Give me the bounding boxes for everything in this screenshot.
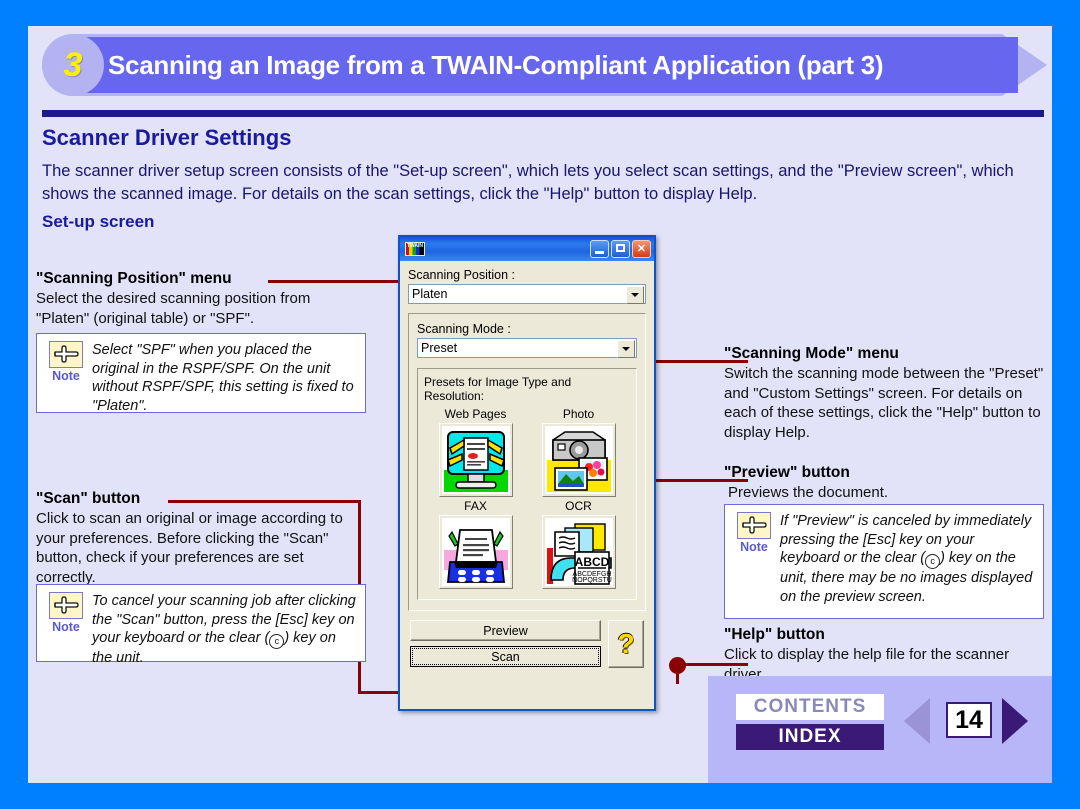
page-title: Scanning an Image from a TWAIN-Compliant… [108,49,884,80]
preset-label-web-pages: Web Pages [444,407,507,421]
callout-scanning-mode: "Scanning Mode" menu Switch the scanning… [724,345,1044,442]
scanning-mode-label: Scanning Mode : [417,322,511,336]
preview-button-label: Preview [483,623,528,638]
note-text-preview-button: If "Preview" is canceled by immediately … [780,512,1035,606]
twain-icon [405,242,425,256]
note-icon-wrap: Note [733,512,775,554]
presets-group: Presets for Image Type and Resolution: W… [417,368,637,600]
ocr-document-icon: ABCD ABCDEFGH NOPQRSTU [546,523,612,585]
dialog-button-row: Preview Scan ? [408,620,646,668]
scanner-driver-dialog: ✕ Scanning Position : Platen Scanning Mo… [398,235,656,711]
arrow-right-icon[interactable] [1002,698,1028,744]
minimize-button[interactable] [590,240,609,258]
scanning-mode-select[interactable]: Preset [417,338,637,358]
preset-cell-photo: Photo [527,407,630,497]
scanning-mode-value: Preset [421,341,458,355]
preset-cell-fax: FAX [424,499,527,589]
pointing-hand-icon [49,592,83,619]
contents-button[interactable]: CONTENTS [736,694,884,720]
preset-label-photo: Photo [562,407,595,421]
callout-title-scan-button: "Scan" button [36,490,141,507]
note-text-scan-button: To cancel your scanning job after clicki… [92,592,357,668]
callout-title-help-button: "Help" button [724,626,825,643]
preview-button[interactable]: Preview [410,620,601,641]
scan-button[interactable]: Scan [410,646,601,667]
callout-title-preview-button: "Preview" button [724,464,850,481]
callout-body-scanning-position: Select the desired scanning position fro… [36,290,311,327]
chevron-down-icon[interactable] [626,286,644,304]
callout-scan-button: "Scan" button Click to scan an original … [36,490,366,587]
preset-button-fax[interactable] [438,515,513,589]
preset-button-photo[interactable] [541,423,616,497]
pointing-hand-icon [737,512,771,539]
footer-navigation: CONTENTS INDEX 14 [708,676,1052,783]
question-mark-icon: ? [617,628,635,659]
note-label: Note [52,369,80,383]
note-scanning-position: Note Select "SPF" when you placed the or… [36,333,366,414]
preset-label-fax: FAX [464,499,487,513]
arrow-left-icon[interactable] [904,698,930,744]
ocr-sample-big: ABCD [574,555,609,569]
note-label: Note [52,620,80,634]
index-button[interactable]: INDEX [736,724,884,750]
scanning-position-label: Scanning Position : [408,268,516,282]
preset-button-web-pages[interactable] [438,423,513,497]
page-number: 14 [946,702,992,738]
scanning-mode-group: Scanning Mode : Preset Presets for Image… [408,313,646,611]
preset-button-ocr[interactable]: ABCD ABCDEFGH NOPQRSTU [541,515,616,589]
preset-label-ocr: OCR [565,499,592,513]
close-icon: ✕ [636,243,647,255]
close-button[interactable]: ✕ [632,240,651,258]
callout-scanning-position: "Scanning Position" menu Select the desi… [36,270,366,328]
section-subheading: Set-up screen [42,212,155,231]
preset-cell-ocr: OCR ABCD ABCDEFGH NOPQRSTU [527,499,630,589]
note-scan-button: Note To cancel your scanning job after c… [36,584,366,666]
section-heading: Scanner Driver Settings [42,125,292,150]
note-icon-wrap: Note [45,341,87,383]
presets-caption: Presets for Image Type and Resolution: [424,375,572,403]
maximize-button[interactable] [611,240,630,258]
connector-dot-help [669,657,686,674]
callout-body-scan-button: Click to scan an original or image accor… [36,510,343,586]
monitor-webpage-icon [443,431,508,492]
scanning-position-value: Platen [412,287,448,301]
callout-body-preview-button: Previews the document. [728,484,889,501]
scanning-position-select[interactable]: Platen [408,284,646,304]
callout-preview-button: "Preview" button Previews the document. [724,464,1044,503]
preset-cell-web-pages: Web Pages [424,407,527,497]
page-number-label: 14 [955,705,983,734]
fax-machine-icon [443,529,508,583]
dialog-title-bar[interactable]: ✕ [400,237,654,261]
callout-body-scanning-mode: Switch the scanning mode between the "Pr… [724,365,1044,441]
ocr-sample-2: NOPQRSTU [572,577,612,584]
note-icon-wrap: Note [45,592,87,634]
chevron-down-icon[interactable] [617,340,635,358]
note-text-scanning-position: Select "SPF" when you placed the origina… [92,342,354,414]
header-divider [42,110,1044,117]
callout-title-scanning-mode: "Scanning Mode" menu [724,345,899,362]
clear-key-icon: c [925,554,941,569]
contents-label: CONTENTS [753,696,867,717]
page-header-banner: 3 Scanning an Image from a TWAIN-Complia… [42,34,1047,96]
manual-page: 3 Scanning an Image from a TWAIN-Complia… [28,26,1052,783]
camera-photo-icon [546,431,611,492]
help-button[interactable]: ? [608,620,644,668]
clear-key-icon: c [269,634,285,649]
section-intro: The scanner driver setup screen consists… [42,162,1014,203]
index-label: INDEX [778,726,842,747]
note-label: Note [740,540,768,554]
step-number: 3 [63,45,83,84]
dialog-body: Scanning Position : Platen Scanning Mode… [400,261,654,668]
pointing-hand-icon [49,341,83,368]
presets-grid: Web Pages Photo FAX OCR ABCD ABCDEFGH NO… [424,407,630,591]
callout-title-scanning-position: "Scanning Position" menu [36,270,232,287]
window-buttons: ✕ [590,240,651,258]
note-preview-button: Note If "Preview" is canceled by immedia… [724,504,1044,619]
